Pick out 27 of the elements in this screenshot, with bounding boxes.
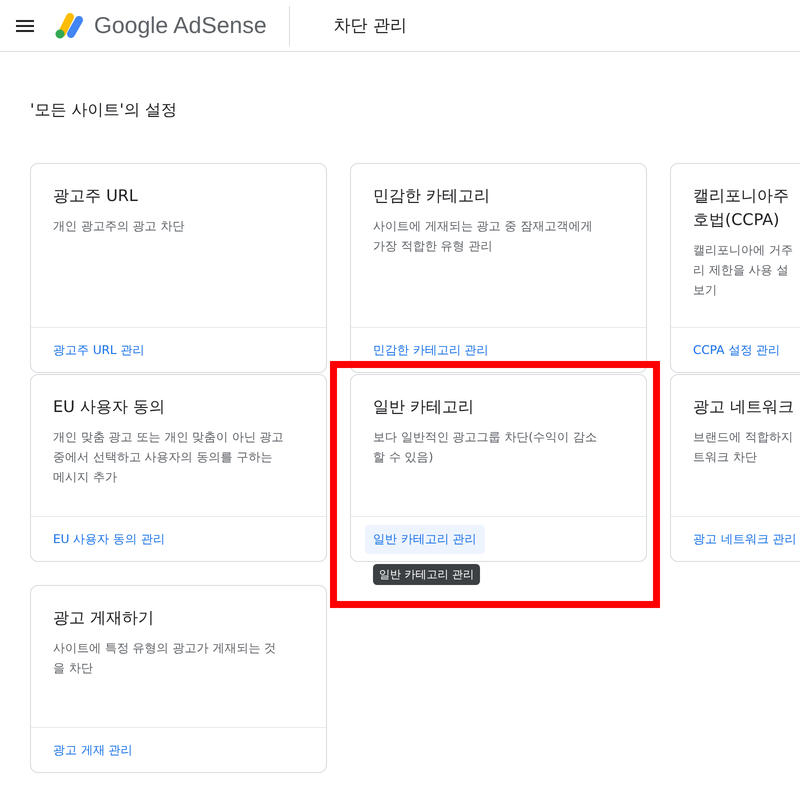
page-title: 차단 관리 xyxy=(334,15,408,37)
card-title: EU 사용자 동의 xyxy=(53,396,166,418)
logo-icon xyxy=(54,12,86,40)
manage-link[interactable]: 광고 네트워크 관리 xyxy=(685,524,800,554)
card-description: 사이트에 특정 유형의 광고가 게재되는 것 을 차단 xyxy=(53,640,278,677)
card-title: 광고주 URL xyxy=(53,185,139,207)
card-title: 민감한 카테고리 xyxy=(373,185,492,207)
manage-link[interactable]: 일반 카테고리 관리 xyxy=(365,524,485,554)
card-title: 캘리포니아주 호법(CCPA) xyxy=(693,185,790,231)
card-title: 일반 카테고리 xyxy=(373,396,476,418)
card-title: 광고 네트워크 xyxy=(693,396,796,418)
section-title: '모든 사이트'의 설정 xyxy=(30,100,178,121)
menu-icon[interactable] xyxy=(16,20,34,32)
product-name: Google AdSense xyxy=(94,12,267,39)
card-title: 광고 게재하기 xyxy=(53,607,156,629)
card-description: 개인 맞춤 광고 또는 개인 맞춤이 아닌 광고 중에서 선택하고 사용자의 동의를 구하는 메시지 추가 xyxy=(53,429,285,486)
manage-link[interactable]: CCPA 설정 관리 xyxy=(685,336,788,364)
manage-link[interactable]: EU 사용자 동의 관리 xyxy=(45,524,173,554)
card-description: 보다 일반적인 광고그룹 차단(수익이 감소 할 수 있음) xyxy=(373,429,598,466)
tooltip: 일반 카테고리 관리 xyxy=(373,564,480,585)
manage-link[interactable]: 민감한 카테고리 관리 xyxy=(365,336,497,364)
card-description: 개인 광고주의 광고 차단 xyxy=(53,218,186,235)
card-description: 브랜드에 적합하지 트워크 차단 xyxy=(693,429,794,466)
manage-link[interactable]: 광고 게재 관리 xyxy=(45,736,141,764)
card-description: 캘리포니아에 거주 리 제한을 사용 설 보기 xyxy=(693,242,794,299)
manage-link[interactable]: 광고주 URL 관리 xyxy=(45,336,152,364)
card-description: 사이트에 게재되는 광고 중 잠재고객에게 가장 적합한 유형 관리 xyxy=(373,218,594,255)
